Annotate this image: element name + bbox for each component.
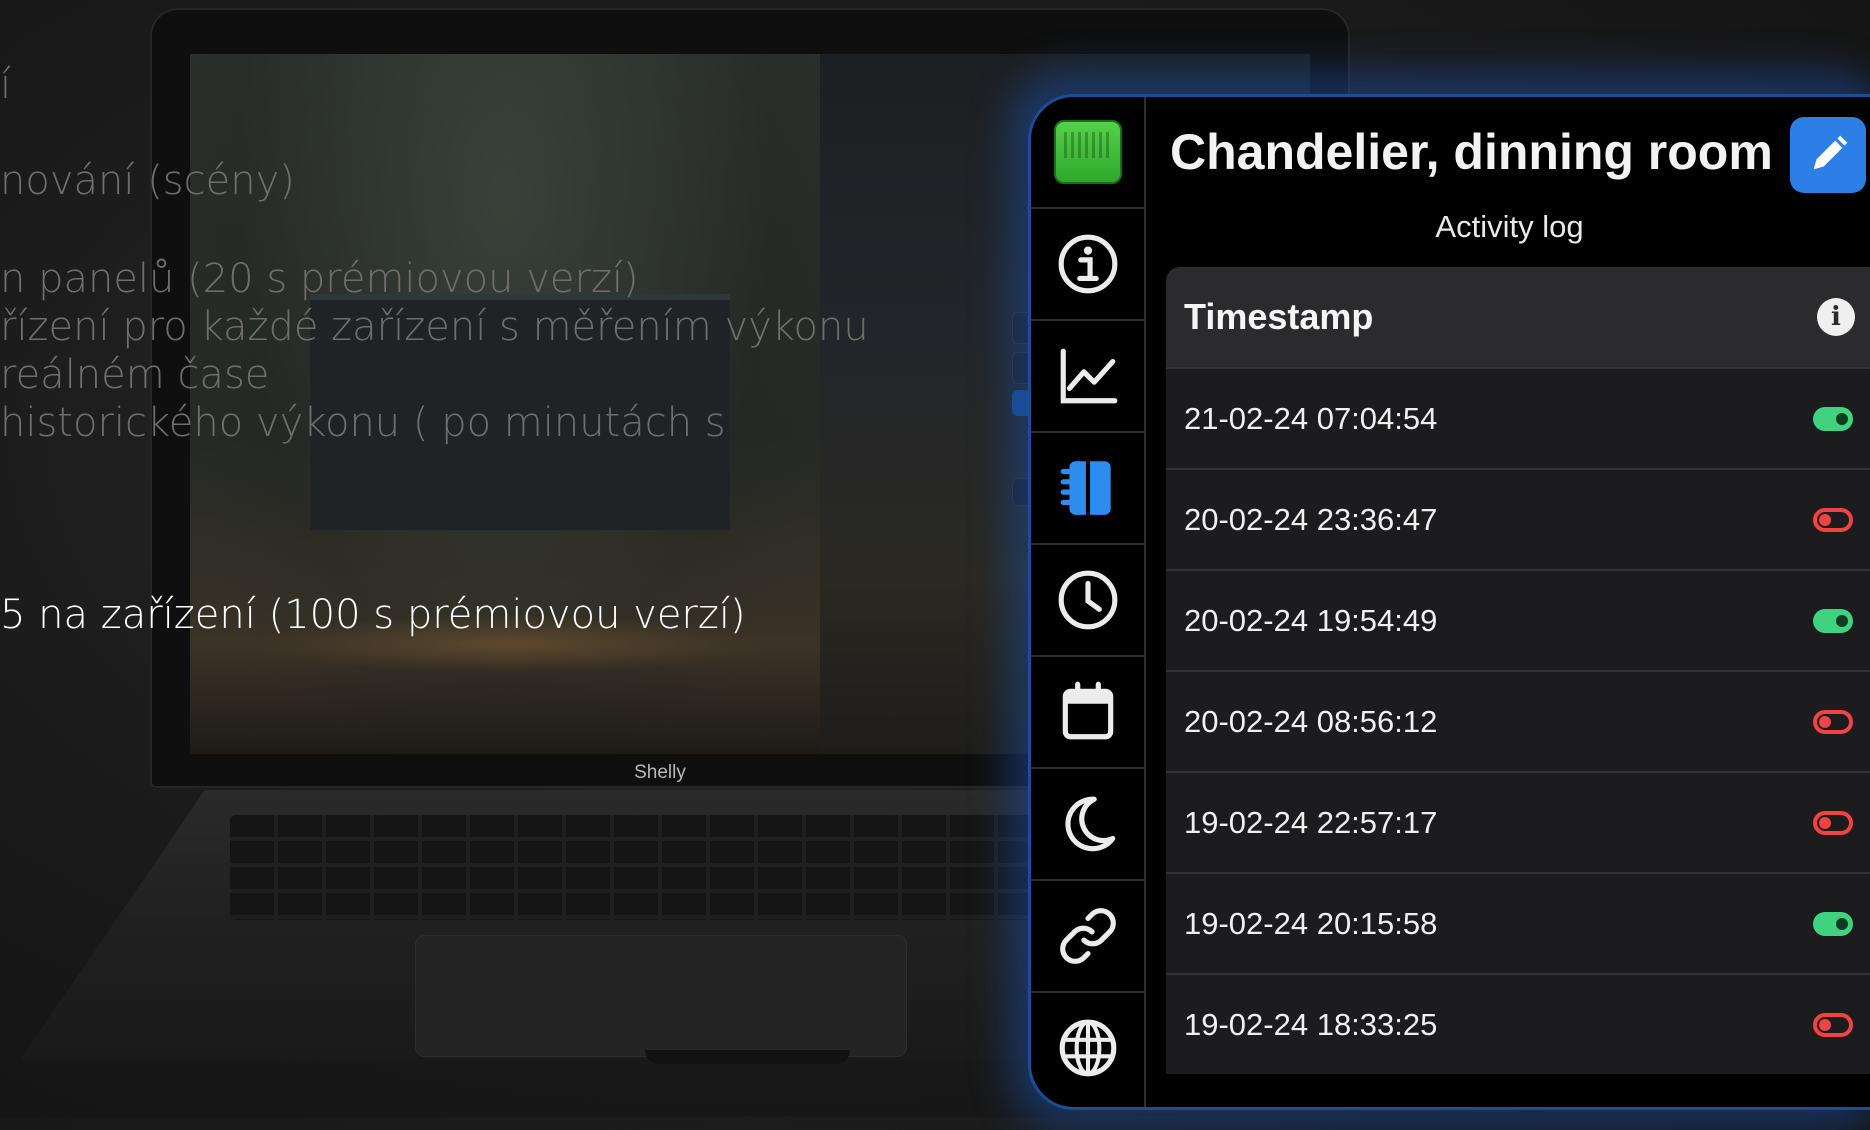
chart-line-icon xyxy=(1060,348,1117,404)
link-icon xyxy=(1059,908,1116,964)
slide-line: historického výkonu ( po minutách s xyxy=(0,400,726,446)
toggle-off-icon xyxy=(1813,810,1853,835)
slide-line: reálném čase xyxy=(0,352,270,398)
sidebar-item-calendar[interactable] xyxy=(1031,657,1144,769)
toggle-off-icon xyxy=(1813,1012,1853,1037)
table-row: 19-02-24 22:57:17 xyxy=(1166,771,1870,872)
row-timestamp: 20-02-24 23:36:47 xyxy=(1184,501,1438,537)
sidebar-item-cloud[interactable] xyxy=(1031,993,1144,1103)
table-row: 20-02-24 19:54:49 xyxy=(1166,569,1870,670)
keyboard-rows xyxy=(230,815,1090,920)
slide-line: řízení pro každé zařízení s měřením výko… xyxy=(0,304,869,350)
sidebar-item-device[interactable] xyxy=(1031,97,1144,209)
slide-line: nování (scény) xyxy=(0,158,295,204)
slide-line: n panelů (20 s prémiovou verzí) xyxy=(0,256,639,302)
globe-icon xyxy=(1059,1019,1116,1077)
edit-button[interactable] xyxy=(1790,117,1866,193)
device-thumbnail xyxy=(1053,120,1122,184)
toggle-on-icon xyxy=(1813,406,1853,431)
column-header-timestamp: Timestamp xyxy=(1184,296,1374,337)
activity-table: Timestamp i 21-02-24 07:04:54 20-02-24 23… xyxy=(1166,267,1870,1074)
info-icon[interactable]: i xyxy=(1817,298,1855,336)
slide-line: í xyxy=(0,62,12,108)
toggle-off-icon xyxy=(1813,709,1853,734)
page-subtitle: Activity log xyxy=(1435,209,1584,244)
sidebar-item-schedule[interactable] xyxy=(1031,545,1144,657)
table-row: 19-02-24 20:15:58 xyxy=(1166,872,1870,973)
trackpad xyxy=(415,935,907,1057)
row-timestamp: 20-02-24 08:56:12 xyxy=(1184,703,1438,739)
moon-icon xyxy=(1064,796,1115,852)
clock-icon xyxy=(1058,570,1117,630)
pencil-icon xyxy=(1813,135,1848,170)
table-row: 21-02-24 07:04:54 xyxy=(1166,367,1870,468)
info-icon xyxy=(1058,234,1117,294)
sidebar xyxy=(1031,97,1146,1107)
app-panel: Chandelier, dinning room Activity log Ti… xyxy=(1028,94,1870,1110)
row-timestamp: 19-02-24 20:15:58 xyxy=(1184,905,1438,941)
sidebar-item-actions[interactable] xyxy=(1031,881,1144,993)
row-timestamp: 20-02-24 19:54:49 xyxy=(1184,602,1438,638)
table-row: 19-02-24 18:33:25 xyxy=(1166,973,1870,1074)
page-title: Chandelier, dinning room xyxy=(1170,124,1773,180)
toggle-on-icon xyxy=(1813,911,1853,936)
table-header: Timestamp i xyxy=(1166,267,1870,367)
row-timestamp: 19-02-24 18:33:25 xyxy=(1184,1006,1438,1042)
sidebar-item-info[interactable] xyxy=(1031,209,1144,321)
table-row: 20-02-24 23:36:47 xyxy=(1166,468,1870,569)
sidebar-item-chart[interactable] xyxy=(1031,321,1144,433)
sidebar-item-activity-log[interactable] xyxy=(1031,433,1144,545)
laptop-notch xyxy=(645,1050,850,1064)
row-timestamp: 21-02-24 07:04:54 xyxy=(1184,400,1438,436)
sidebar-item-night-mode[interactable] xyxy=(1031,769,1144,881)
toggle-off-icon xyxy=(1813,507,1853,532)
toggle-on-icon xyxy=(1813,608,1853,633)
table-row: 20-02-24 08:56:12 xyxy=(1166,670,1870,771)
row-timestamp: 19-02-24 22:57:17 xyxy=(1184,804,1438,840)
slide-line-highlight: 5 na zařízení (100 s prémiovou verzí) xyxy=(0,592,746,638)
calendar-icon xyxy=(1062,681,1113,740)
main-content: Chandelier, dinning room Activity log Ti… xyxy=(1146,97,1870,1107)
log-book-icon xyxy=(1060,461,1111,515)
